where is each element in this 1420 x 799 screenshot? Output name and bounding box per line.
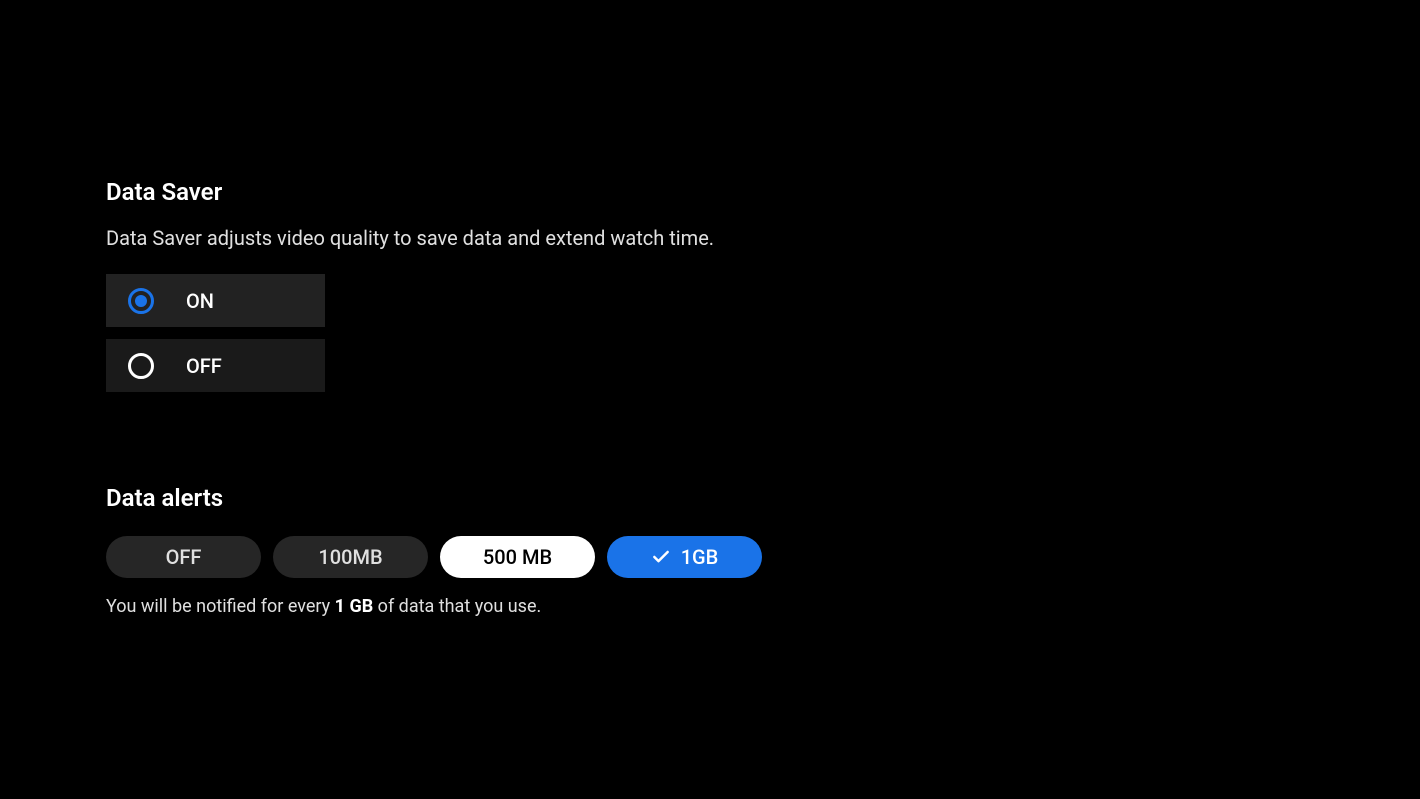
data-saver-on-label: ON [186, 289, 214, 313]
data-alert-500mb-label: 500 MB [483, 545, 552, 569]
data-alert-off-button[interactable]: OFF [106, 536, 261, 578]
radio-unselected-icon [128, 353, 154, 379]
data-alert-1gb-button[interactable]: 1GB [607, 536, 762, 578]
data-alert-100mb-label: 100MB [318, 545, 382, 569]
data-saver-off-option[interactable]: OFF [106, 339, 325, 392]
data-alert-notify-text: You will be notified for every 1 GB of d… [106, 596, 1420, 617]
data-alert-1gb-label: 1GB [681, 545, 719, 569]
data-alerts-title: Data alerts [106, 484, 1420, 512]
data-saver-radio-group: ON OFF [106, 274, 1420, 392]
radio-selected-icon [128, 288, 154, 314]
data-alert-off-label: OFF [166, 545, 202, 569]
data-saver-on-option[interactable]: ON [106, 274, 325, 327]
notify-prefix: You will be notified for every [106, 596, 335, 617]
data-saver-off-label: OFF [186, 354, 222, 378]
data-saver-title: Data Saver [106, 178, 1420, 206]
data-alert-500mb-button[interactable]: 500 MB [440, 536, 595, 578]
data-alerts-options: OFF 100MB 500 MB 1GB [106, 536, 1420, 578]
data-saver-description: Data Saver adjusts video quality to save… [106, 226, 1420, 250]
notify-amount: 1 GB [335, 596, 374, 617]
notify-suffix: of data that you use. [373, 596, 541, 617]
data-alert-100mb-button[interactable]: 100MB [273, 536, 428, 578]
check-icon [651, 547, 671, 567]
